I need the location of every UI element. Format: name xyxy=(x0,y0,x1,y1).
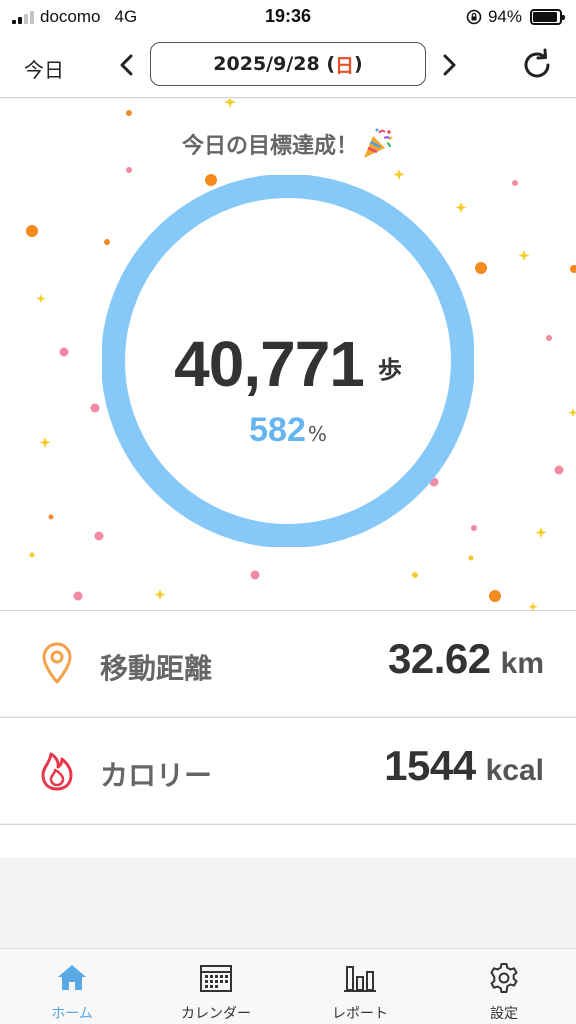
status-bar: docomo 4G 19:36 94% xyxy=(0,0,576,34)
date-selector[interactable]: 2025/9/28 (日) xyxy=(150,42,426,86)
tab-calendar[interactable]: カレンダー xyxy=(144,949,288,1024)
goal-percent: 582% xyxy=(0,411,576,450)
percent-sign: % xyxy=(307,422,327,446)
gear-icon xyxy=(490,963,518,993)
map-pin-icon xyxy=(42,642,72,684)
tab-home[interactable]: ホーム xyxy=(0,949,144,1024)
calendar-icon xyxy=(200,965,232,992)
percent-value: 582 xyxy=(249,411,306,449)
tab-settings[interactable]: 設定 xyxy=(432,949,576,1024)
chevron-right-icon[interactable] xyxy=(434,48,464,82)
calorie-row[interactable]: カロリー 1544 kcal xyxy=(0,717,576,823)
flame-icon xyxy=(41,752,73,791)
calorie-value: 1544 xyxy=(384,742,476,789)
calorie-unit: kcal xyxy=(485,754,544,787)
refresh-icon[interactable] xyxy=(518,46,556,84)
distance-value: 32.62 xyxy=(388,635,491,682)
calorie-label: カロリー xyxy=(100,759,213,792)
home-icon xyxy=(58,965,86,990)
distance-row[interactable]: 移動距離 32.62 km xyxy=(0,610,576,716)
rotation-lock-icon xyxy=(466,9,482,25)
list-footer-spacer xyxy=(0,824,576,858)
step-unit: 歩 xyxy=(377,356,402,384)
date-close: ) xyxy=(354,53,363,75)
today-button[interactable]: 今日 xyxy=(24,54,64,83)
bar-chart-icon xyxy=(344,966,376,992)
date-header: 今日 2025/9/28 (日) xyxy=(0,34,576,98)
steps-display: 40,771 歩 xyxy=(0,327,576,401)
goal-message-text: 今日の目標達成！ xyxy=(181,134,358,159)
goal-message: 今日の目標達成！ xyxy=(0,127,576,161)
goal-hero: 今日の目標達成！ 40,771 歩 582% xyxy=(0,99,576,610)
date-text: 2025/9/28 ( xyxy=(213,53,335,75)
party-popper-icon xyxy=(364,128,393,158)
tab-report[interactable]: レポート xyxy=(288,949,432,1024)
tab-report-label: レポート xyxy=(332,1006,388,1022)
weekday-label: 日 xyxy=(335,54,355,77)
distance-unit: km xyxy=(500,647,544,680)
step-count: 40,771 xyxy=(174,328,365,400)
chevron-left-icon[interactable] xyxy=(112,48,142,82)
tab-calendar-label: カレンダー xyxy=(181,1006,251,1022)
tab-home-label: ホーム xyxy=(51,1006,93,1022)
tab-settings-label: 設定 xyxy=(490,1006,518,1022)
battery-icon xyxy=(530,9,565,25)
battery-percent: 94% xyxy=(487,7,522,26)
tab-bar: ホーム カレンダー レポート 設定 xyxy=(0,948,576,1024)
distance-label: 移動距離 xyxy=(100,652,213,685)
